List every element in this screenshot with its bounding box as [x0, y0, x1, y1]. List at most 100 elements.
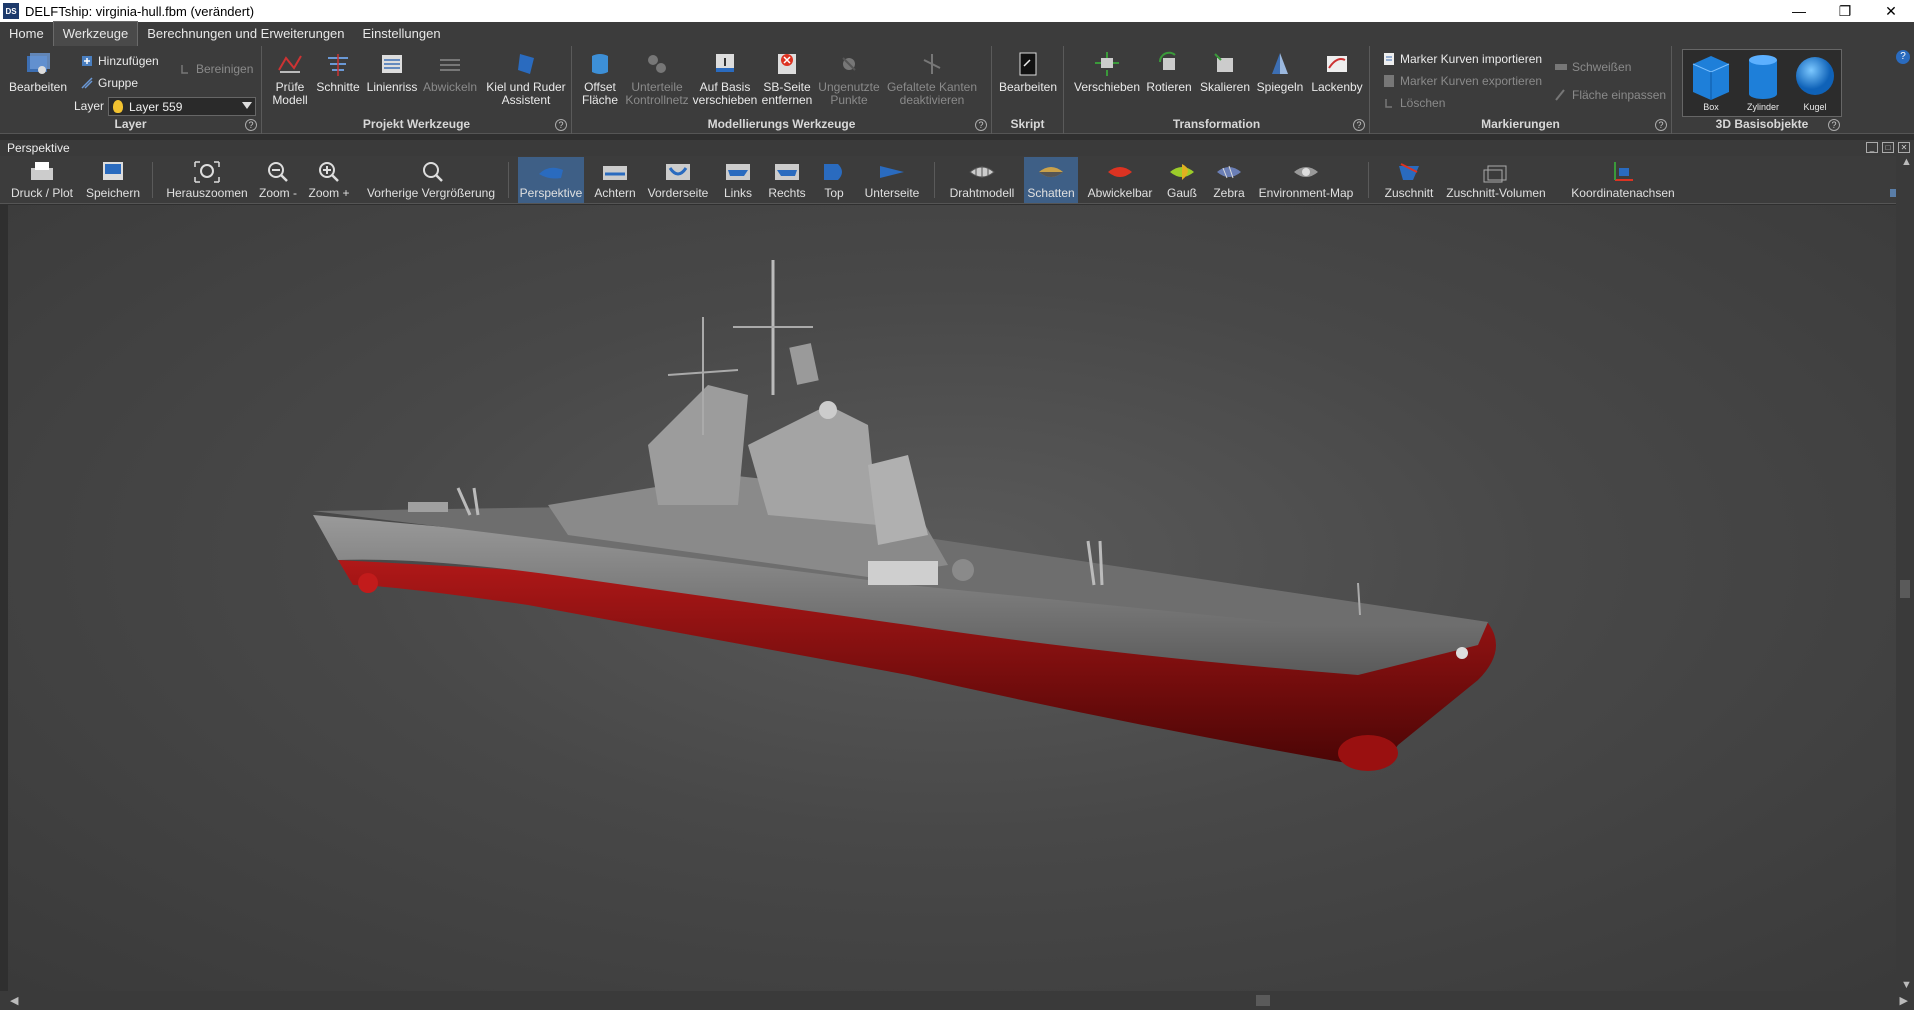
mirror-button[interactable]: Spiegeln	[1254, 50, 1306, 94]
info-icon[interactable]: ?	[1896, 50, 1910, 64]
rotate-button[interactable]: Rotieren	[1144, 50, 1194, 94]
aft-view-icon	[603, 166, 627, 180]
keel-rudder-button[interactable]: Kiel und Ruder Assistent	[484, 50, 568, 107]
box-button[interactable]: Box	[1686, 52, 1736, 112]
tab-berechnungen[interactable]: Berechnungen und Erweiterungen	[138, 22, 353, 46]
move-button[interactable]: Verschieben	[1074, 50, 1140, 94]
view-front-button[interactable]: Vorderseite	[646, 157, 710, 203]
subdivide-button[interactable]: Unterteile Kontrollnetz	[624, 50, 690, 107]
zoom-out-button[interactable]: Zoom -	[256, 157, 300, 203]
unused-points-button[interactable]: Ungenutzte Punkte	[818, 50, 880, 107]
scroll-left-icon[interactable]: ◀	[10, 994, 18, 1007]
layer-group-button[interactable]: Gruppe	[80, 74, 138, 92]
front-view-icon	[666, 164, 690, 180]
scroll-right-icon[interactable]: ▶	[1900, 994, 1908, 1007]
help-icon[interactable]: ?	[555, 119, 567, 131]
horizontal-scroll-thumb[interactable]	[1256, 995, 1270, 1006]
mode-wireframe-button[interactable]: Drahtmodell	[946, 157, 1018, 203]
check-model-button[interactable]: Prüfe Modell	[270, 50, 310, 107]
view-top-button[interactable]: Top	[814, 157, 854, 203]
remove-starboard-button[interactable]: SB-Seite entfernen	[760, 50, 814, 107]
folded-edges-button[interactable]: Gefaltete Kanten deaktivieren	[884, 50, 980, 107]
help-icon[interactable]: ?	[245, 119, 257, 131]
sphere-button[interactable]: Kugel	[1790, 52, 1840, 112]
cut-volume-button[interactable]: Zuschnitt-Volumen	[1444, 157, 1548, 203]
save-image-button[interactable]: Speichern	[82, 157, 144, 203]
scale-label: Skalieren	[1199, 80, 1251, 94]
scroll-down-icon[interactable]: ▼	[1901, 979, 1912, 991]
help-icon[interactable]: ?	[1353, 119, 1365, 131]
zoom-extents-button[interactable]: Herauszoomen	[166, 157, 248, 203]
markers-group: Marker Kurven importieren Marker Kurven …	[1370, 46, 1672, 134]
tab-werkzeuge[interactable]: Werkzeuge	[52, 21, 139, 46]
right-label: Rechts	[768, 186, 806, 200]
tab-einstellungen[interactable]: Einstellungen	[354, 22, 450, 46]
develop-button[interactable]: Abwickeln	[422, 50, 478, 94]
zoom-in-button[interactable]: Zoom +	[306, 157, 352, 203]
front-label: Vorderseite	[647, 186, 709, 200]
top-label: Top	[824, 186, 844, 200]
cylinder-button[interactable]: Zylinder	[1738, 52, 1788, 112]
close-button[interactable]: ✕	[1868, 0, 1914, 22]
zoom-out-label: Zoom -	[258, 186, 297, 200]
delete-marker-button[interactable]: Löschen	[1382, 94, 1445, 112]
lackenby-button[interactable]: Lackenby	[1308, 50, 1366, 94]
vertical-scroll-thumb[interactable]	[1900, 580, 1910, 598]
cut-button[interactable]: Zuschnitt	[1380, 157, 1438, 203]
mode-developable-button[interactable]: Abwickelbar	[1084, 157, 1156, 203]
mode-gauss-button[interactable]: Gauß	[1162, 157, 1202, 203]
developable-label: Abwickelbar	[1087, 186, 1153, 200]
ship-model-render[interactable]	[8, 205, 1896, 991]
previous-zoom-button[interactable]: Vorherige Vergrößerung	[360, 157, 502, 203]
viewport-maximize-icon[interactable]: □	[1882, 142, 1894, 153]
tab-home[interactable]: Home	[0, 22, 53, 46]
environment-map-icon	[1294, 167, 1318, 177]
lines-plan-button[interactable]: Linienriss	[366, 50, 418, 94]
layer-dropdown[interactable]: Layer 559	[108, 97, 256, 116]
script-edit-button[interactable]: Bearbeiten	[996, 50, 1060, 94]
layer-clean-button[interactable]: Bereinigen	[178, 60, 253, 78]
view-left-button[interactable]: Links	[716, 157, 760, 203]
3d-viewport[interactable]	[8, 205, 1896, 991]
transformation-label: Transformation	[1172, 117, 1261, 131]
layer-add-button[interactable]: Hinzufügen	[80, 52, 159, 70]
zoom-in-label: Zoom +	[308, 186, 350, 200]
horizontal-scrollbar[interactable]: ◀ ▶	[0, 991, 1914, 1010]
view-aft-button[interactable]: Achtern	[590, 157, 640, 203]
mode-zebra-button[interactable]: Zebra	[1208, 157, 1250, 203]
mode-shade-button[interactable]: Schatten	[1024, 157, 1078, 203]
minimize-button[interactable]: —	[1776, 0, 1822, 22]
help-icon[interactable]: ?	[975, 119, 987, 131]
print-button[interactable]: Druck / Plot	[8, 157, 76, 203]
sections-button[interactable]: Schnitte	[314, 50, 362, 94]
rotate-label: Rotieren	[1146, 80, 1192, 94]
perspective-icon	[539, 167, 563, 179]
left-label: Links	[723, 186, 752, 200]
help-icon[interactable]: ?	[1655, 119, 1667, 131]
keel-rudder-label-2: Assistent	[501, 93, 551, 107]
unused-label-2: Punkte	[830, 93, 868, 107]
scroll-up-icon[interactable]: ▲	[1901, 156, 1912, 168]
restore-button[interactable]: ❐	[1822, 0, 1868, 22]
cut-icon	[1399, 163, 1419, 180]
viewport-close-icon[interactable]: ✕	[1898, 142, 1910, 153]
fit-surface-button[interactable]: Fläche einpassen	[1554, 86, 1666, 104]
view-bottom-button[interactable]: Unterseite	[860, 157, 924, 203]
coordinate-axes-button[interactable]: Koordinatenachsen	[1568, 157, 1678, 203]
import-marker-button[interactable]: Marker Kurven importieren	[1382, 50, 1542, 68]
gauss-icon	[1170, 164, 1194, 180]
export-marker-button[interactable]: Marker Kurven exportieren	[1382, 72, 1542, 90]
offset-surface-button[interactable]: Offset Fläche	[580, 50, 620, 107]
weld-button[interactable]: Schweißen	[1554, 58, 1631, 76]
move-to-base-button[interactable]: Auf Basis verschieben	[693, 50, 757, 107]
help-icon[interactable]: ?	[1828, 119, 1840, 131]
previous-zoom-label: Vorherige Vergrößerung	[366, 186, 496, 200]
cut-volume-icon	[1483, 165, 1507, 183]
vertical-scrollbar[interactable]: ▲ ▼	[1896, 156, 1914, 991]
viewport-minimize-icon[interactable]: _	[1866, 142, 1878, 153]
view-right-button[interactable]: Rechts	[764, 157, 810, 203]
mode-envmap-button[interactable]: Environment-Map	[1256, 157, 1356, 203]
scale-button[interactable]: Skalieren	[1198, 50, 1252, 94]
view-perspective-button[interactable]: Perspektive	[518, 157, 584, 203]
layer-edit-button[interactable]: Bearbeiten	[8, 50, 68, 94]
